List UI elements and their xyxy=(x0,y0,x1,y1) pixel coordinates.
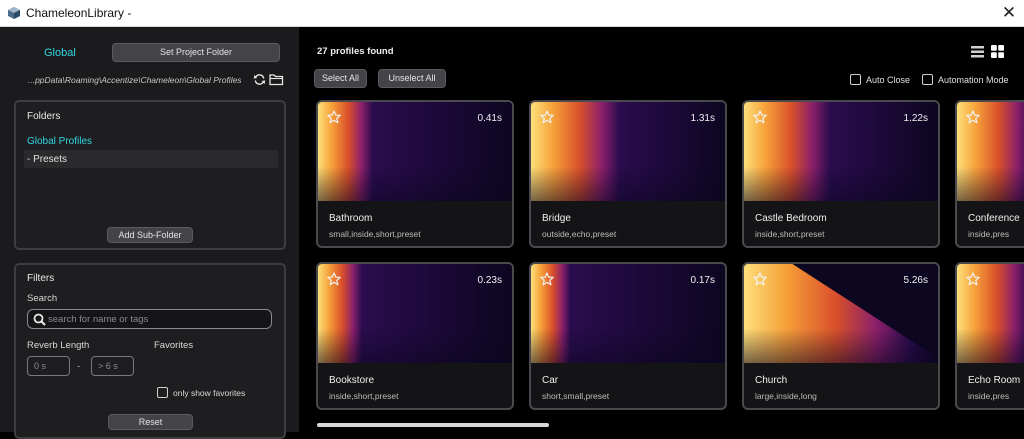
favorite-star-icon[interactable] xyxy=(966,272,980,286)
profile-tags: inside,short,preset xyxy=(755,229,825,239)
profile-card[interactable]: 0.41s Bathroom small,inside,short,preset xyxy=(316,100,514,248)
favorite-star-icon[interactable] xyxy=(327,110,341,124)
folder-path: ...ppData\Roaming\Accentize\Chameleon\Gl… xyxy=(28,75,242,85)
profile-tags: inside,pres xyxy=(968,229,1010,239)
favorite-star-icon[interactable] xyxy=(753,110,767,124)
favorite-star-icon[interactable] xyxy=(966,110,980,124)
title-bar: ChameleonLibrary - ✕ xyxy=(0,0,1024,27)
sidebar: Global Set Project Folder ...ppData\Roam… xyxy=(0,27,299,439)
only-favorites-label: only show favorites xyxy=(173,388,246,398)
horizontal-scrollbar[interactable] xyxy=(317,423,549,427)
favorite-star-icon[interactable] xyxy=(753,272,767,286)
profile-tags: outside,echo,preset xyxy=(542,229,617,239)
auto-close-label: Auto Close xyxy=(866,75,911,85)
reverb-time: 0.17s xyxy=(690,275,715,286)
add-sub-folder-button[interactable]: Add Sub-Folder xyxy=(107,227,193,243)
profile-name: Car xyxy=(542,375,559,386)
folders-title: Folders xyxy=(27,111,61,122)
search-input[interactable]: search for name or tags xyxy=(27,309,272,329)
profile-name: Castle Bedroom xyxy=(755,213,827,224)
reverb-time: 0.23s xyxy=(477,275,502,286)
profile-tags: small,inside,short,preset xyxy=(329,229,421,239)
open-folder-icon[interactable] xyxy=(269,73,284,86)
refresh-icon[interactable] xyxy=(253,73,266,86)
reverb-min-input[interactable]: 0 s xyxy=(27,356,70,376)
folder-item-presets[interactable]: - Presets xyxy=(24,150,278,168)
profile-card[interactable]: 1.22s Castle Bedroom inside,short,preset xyxy=(742,100,940,248)
search-placeholder: search for name or tags xyxy=(48,314,149,325)
folder-item-presets-label: - Presets xyxy=(27,154,68,165)
profile-name: Bridge xyxy=(542,213,571,224)
profile-tags: large,inside,long xyxy=(755,391,817,401)
automation-mode-label: Automation Mode xyxy=(938,75,1009,85)
only-favorites-checkbox[interactable] xyxy=(157,387,168,398)
close-window-button[interactable]: ✕ xyxy=(998,2,1020,24)
reverb-length-label: Reverb Length xyxy=(27,340,90,351)
profile-card[interactable]: 5.26s Church large,inside,long xyxy=(742,262,940,410)
reverb-time: 5.26s xyxy=(903,275,928,286)
profiles-count: 27 profiles found xyxy=(317,46,394,57)
window-title: ChameleonLibrary - xyxy=(26,6,132,20)
set-project-folder-button[interactable]: Set Project Folder xyxy=(112,43,280,62)
profile-card[interactable]: 0.23s Bookstore inside,short,preset xyxy=(316,262,514,410)
profile-tags: short,small,preset xyxy=(542,391,610,401)
reverb-time: 1.22s xyxy=(903,113,928,124)
profile-tags: inside,short,preset xyxy=(329,391,399,401)
folder-item-global-profiles[interactable]: Global Profiles xyxy=(27,136,92,147)
profile-card[interactable]: Echo Room inside,pres xyxy=(955,262,1024,410)
select-all-button[interactable]: Select All xyxy=(314,69,367,88)
profile-name: Church xyxy=(755,375,788,386)
list-view-icon[interactable] xyxy=(971,46,984,58)
profile-name: Bathroom xyxy=(329,213,373,224)
grid-view-icon[interactable] xyxy=(991,45,1004,58)
unselect-all-button[interactable]: Unselect All xyxy=(378,69,446,88)
reverb-max-input[interactable]: > 6 s xyxy=(91,356,134,376)
profile-card[interactable]: 1.31s Bridge outside,echo,preset xyxy=(529,100,727,248)
profile-tags: inside,pres xyxy=(968,391,1010,401)
profile-name: Bookstore xyxy=(329,375,375,386)
auto-close-checkbox[interactable] xyxy=(850,74,861,85)
favorite-star-icon[interactable] xyxy=(540,272,554,286)
favorite-star-icon[interactable] xyxy=(327,272,341,286)
search-label: Search xyxy=(27,293,58,304)
app-cube-icon xyxy=(8,7,20,19)
profile-card[interactable]: 0.17s Car short,small,preset xyxy=(529,262,727,410)
profile-name: Echo Room xyxy=(968,375,1021,386)
profile-card[interactable]: Conference inside,pres xyxy=(955,100,1024,248)
favorites-label: Favorites xyxy=(154,340,194,351)
search-icon xyxy=(33,313,46,326)
reverb-time: 0.41s xyxy=(477,113,502,124)
filters-panel xyxy=(14,263,286,439)
global-scope-label: Global xyxy=(44,47,76,59)
reset-filters-button[interactable]: Reset xyxy=(108,414,193,430)
profile-name: Conference xyxy=(968,213,1020,224)
folders-panel: Folders Global Profiles - Presets Add Su… xyxy=(14,100,286,250)
range-separator: - xyxy=(77,361,81,372)
reverb-time: 1.31s xyxy=(690,113,715,124)
favorite-star-icon[interactable] xyxy=(540,110,554,124)
profiles-area: 27 profiles found Select All Unselect Al… xyxy=(299,27,1024,432)
automation-mode-checkbox[interactable] xyxy=(922,74,933,85)
filters-title: Filters xyxy=(27,273,55,284)
